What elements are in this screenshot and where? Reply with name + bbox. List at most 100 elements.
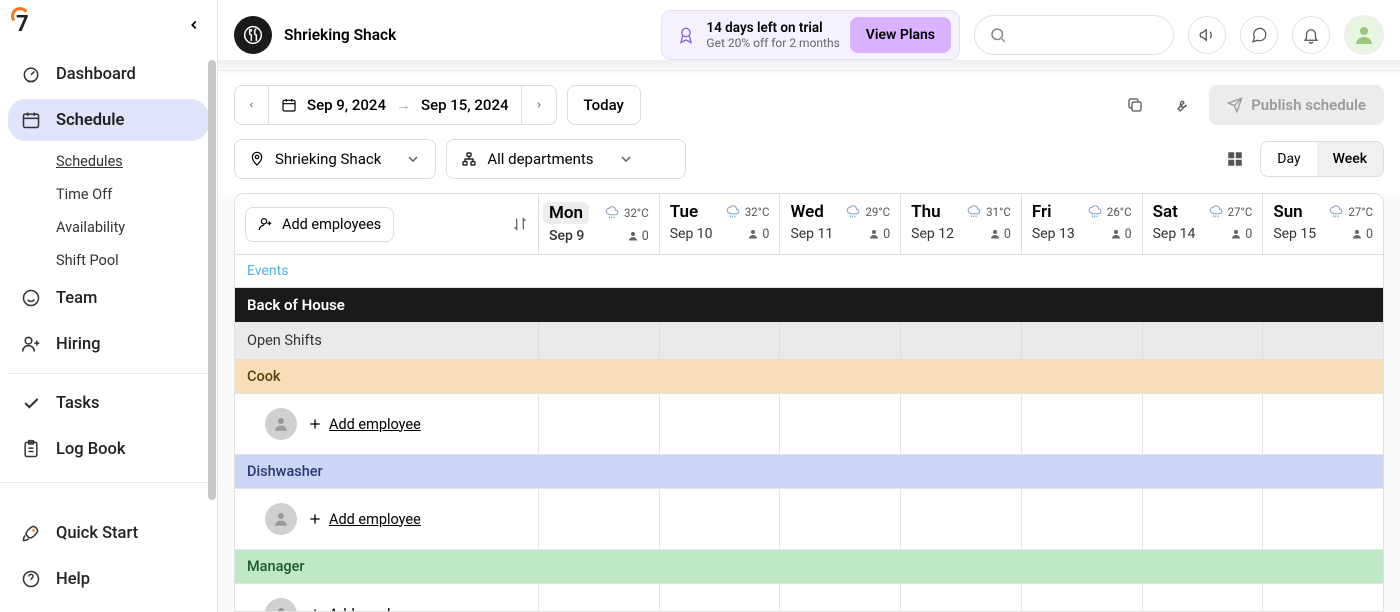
shift-slot[interactable]: [539, 489, 660, 549]
wrench-icon: [1172, 96, 1190, 114]
sidebar-item-hiring[interactable]: Hiring: [8, 323, 209, 365]
weather-badge: 29°C: [845, 205, 890, 219]
role-row-cook[interactable]: Cook: [235, 360, 1383, 394]
open-shift-slot[interactable]: [780, 322, 901, 359]
sort-button[interactable]: [512, 216, 528, 232]
headcount-badge: 0: [1230, 227, 1252, 242]
bell-icon: [1302, 26, 1320, 44]
headcount-badge: 0: [989, 227, 1011, 242]
open-shift-slot[interactable]: [1143, 322, 1264, 359]
shift-slot[interactable]: [1143, 394, 1264, 454]
prev-week-button[interactable]: [235, 86, 269, 124]
shift-slot[interactable]: [1263, 394, 1383, 454]
user-avatar[interactable]: [1344, 15, 1384, 55]
events-row[interactable]: Events: [235, 255, 1383, 288]
sidebar-collapse-button[interactable]: [187, 18, 201, 32]
day-name: Fri: [1032, 202, 1052, 222]
tools-button[interactable]: [1163, 87, 1199, 123]
copy-schedule-button[interactable]: [1117, 87, 1153, 123]
sidebar-scrollbar[interactable]: [207, 60, 217, 510]
day-header-mon[interactable]: Mon32°CSep 90: [539, 194, 660, 254]
sidebar-item-help[interactable]: Help: [8, 558, 209, 600]
date-range-display[interactable]: Sep 9, 2024 → Sep 15, 2024: [269, 86, 522, 124]
shift-slot[interactable]: [1022, 394, 1143, 454]
next-week-button[interactable]: [522, 86, 556, 124]
day-header-fri[interactable]: Fri26°CSep 130: [1022, 194, 1143, 254]
sidebar-item-logbook[interactable]: Log Book: [8, 428, 209, 470]
add-employee-link[interactable]: Add employee: [307, 606, 421, 612]
grid-header-row: Add employees Mon32°CSep 90Tue32°CSep 10…: [235, 194, 1383, 255]
open-shift-slot[interactable]: [660, 322, 781, 359]
shift-slot[interactable]: [901, 584, 1022, 612]
today-button[interactable]: Today: [567, 85, 641, 125]
sidebar-sub-shiftpool[interactable]: Shift Pool: [56, 244, 209, 277]
sidebar-item-team[interactable]: Team: [8, 277, 209, 319]
shift-slot[interactable]: [539, 394, 660, 454]
copy-icon: [1126, 96, 1144, 114]
view-week-button[interactable]: Week: [1317, 142, 1383, 176]
shift-slot[interactable]: [1143, 489, 1264, 549]
shift-slot[interactable]: [1263, 489, 1383, 549]
rain-icon: [845, 205, 861, 219]
sidebar-item-label: Team: [56, 289, 97, 308]
open-shift-slot[interactable]: [539, 322, 660, 359]
shift-slot[interactable]: [780, 394, 901, 454]
grid-view-button[interactable]: [1220, 144, 1250, 174]
sidebar-item-dashboard[interactable]: Dashboard: [8, 53, 209, 95]
shift-slot[interactable]: [1143, 584, 1264, 612]
publish-schedule-button[interactable]: Publish schedule: [1209, 85, 1384, 125]
shift-slot[interactable]: [1263, 584, 1383, 612]
open-shift-slot[interactable]: [1022, 322, 1143, 359]
sidebar-sub-schedules[interactable]: Schedules: [56, 145, 209, 178]
shift-slot[interactable]: [1022, 489, 1143, 549]
shift-slot[interactable]: [901, 489, 1022, 549]
user-plus-icon: [258, 216, 274, 232]
day-header-thu[interactable]: Thu31°CSep 120: [901, 194, 1022, 254]
add-employees-button[interactable]: Add employees: [245, 207, 394, 242]
view-plans-button[interactable]: View Plans: [850, 17, 951, 53]
shift-slot[interactable]: [1022, 584, 1143, 612]
send-icon: [1227, 97, 1243, 113]
role-row-dishwasher[interactable]: Dishwasher: [235, 455, 1383, 489]
shift-slot[interactable]: [901, 394, 1022, 454]
shift-slot[interactable]: [539, 584, 660, 612]
chat-button[interactable]: [1240, 16, 1278, 54]
sidebar-item-tasks[interactable]: Tasks: [8, 382, 209, 424]
person-icon: [868, 228, 880, 240]
shift-slot[interactable]: [780, 584, 901, 612]
shift-slot[interactable]: [780, 489, 901, 549]
day-header-wed[interactable]: Wed29°CSep 110: [780, 194, 901, 254]
section-back-of-house[interactable]: Back of House: [235, 288, 1383, 322]
sidebar-item-schedule[interactable]: Schedule: [8, 99, 209, 141]
day-header-sat[interactable]: Sat27°CSep 140: [1143, 194, 1264, 254]
location-filter[interactable]: Shrieking Shack: [234, 139, 436, 179]
person-icon: [272, 510, 290, 528]
open-shift-slot[interactable]: [1263, 322, 1383, 359]
bell-button[interactable]: [1292, 16, 1330, 54]
view-day-button[interactable]: Day: [1261, 142, 1316, 176]
sidebar-sub-availability[interactable]: Availability: [56, 211, 209, 244]
shift-slot[interactable]: [660, 489, 781, 549]
megaphone-button[interactable]: [1188, 16, 1226, 54]
day-header-tue[interactable]: Tue32°CSep 100: [660, 194, 781, 254]
add-employee-link[interactable]: Add employee: [307, 416, 421, 433]
sidebar-item-label: Tasks: [56, 394, 99, 413]
add-employee-link[interactable]: Add employee: [307, 511, 421, 528]
calendar-icon: [20, 109, 42, 131]
open-shifts-label[interactable]: Open Shifts: [235, 322, 539, 359]
shift-slot[interactable]: [660, 394, 781, 454]
headcount-badge: 0: [1351, 227, 1373, 242]
location-chip[interactable]: Shrieking Shack: [234, 16, 396, 54]
sidebar-item-quickstart[interactable]: Quick Start: [8, 512, 209, 554]
search-input[interactable]: [974, 15, 1174, 55]
open-shift-slot[interactable]: [901, 322, 1022, 359]
day-header-sun[interactable]: Sun27°CSep 150: [1263, 194, 1383, 254]
megaphone-icon: [1198, 26, 1216, 44]
location-name: Shrieking Shack: [284, 26, 396, 44]
department-filter[interactable]: All departments: [446, 139, 686, 179]
day-name: Thu: [911, 202, 940, 222]
app-logo[interactable]: 7: [16, 12, 29, 37]
role-row-manager[interactable]: Manager: [235, 550, 1383, 584]
sidebar-sub-timeoff[interactable]: Time Off: [56, 178, 209, 211]
shift-slot[interactable]: [660, 584, 781, 612]
